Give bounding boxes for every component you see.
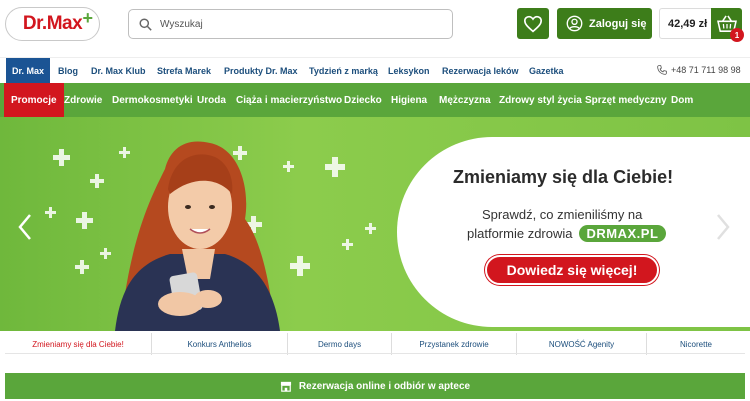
carousel-tab[interactable]: Dermo days	[288, 333, 392, 355]
heart-icon	[523, 15, 543, 32]
hero-banner[interactable]: Zmieniamy się dla Ciebie! Sprawdź, co zm…	[0, 117, 750, 331]
banner-line2: platformie zdrowia	[467, 226, 573, 241]
phone-icon	[657, 65, 667, 75]
cart-count-badge: 1	[730, 28, 744, 42]
category-nav: Promocje Zdrowie Dermokosmetyki Uroda Ci…	[0, 83, 750, 117]
banner-line1: Sprawdź, co zmieniliśmy na	[482, 207, 643, 222]
topnav-item-blog[interactable]: Blog	[58, 58, 78, 84]
category-dermokosmetyki[interactable]: Dermokosmetyki	[112, 83, 193, 117]
tabs-divider	[5, 353, 745, 354]
category-dom[interactable]: Dom	[671, 83, 693, 117]
category-dziecko[interactable]: Dziecko	[344, 83, 382, 117]
reservation-label: Rezerwacja online i odbiór w aptece	[298, 380, 471, 392]
category-zdrowy-styl[interactable]: Zdrowy styl życia	[499, 83, 582, 117]
topnav-item-leksykon[interactable]: Leksykon	[388, 58, 430, 84]
category-ciaza[interactable]: Ciąża i macierzyństwo	[236, 83, 342, 117]
carousel-tab[interactable]: Nicorette	[647, 333, 745, 355]
favorites-button[interactable]	[517, 8, 549, 39]
logo-text: Dr.Max	[22, 13, 83, 34]
cart-price: 42,49 zł	[668, 18, 708, 30]
phone-contact[interactable]: +48 71 711 98 98	[657, 57, 741, 83]
woman-image	[115, 141, 280, 331]
store-icon	[280, 381, 291, 392]
login-label: Zaloguj się	[589, 17, 647, 30]
category-promocje[interactable]: Promocje	[4, 83, 64, 117]
topnav-item-gazetka[interactable]: Gazetka	[529, 58, 564, 84]
promo-card: Zmieniamy się dla Ciebie! Sprawdź, co zm…	[397, 137, 750, 327]
topnav-item-produkty[interactable]: Produkty Dr. Max	[224, 58, 298, 84]
topnav-item-tydzien[interactable]: Tydzień z marką	[309, 58, 378, 84]
topnav-item-rezerwacja[interactable]: Rezerwacja leków	[442, 58, 519, 84]
search-icon	[139, 17, 152, 31]
category-zdrowie[interactable]: Zdrowie	[64, 83, 102, 117]
carousel-tabs: Zmieniamy się dla Ciebie! Konkurs Anthel…	[5, 333, 745, 355]
category-higiena[interactable]: Higiena	[391, 83, 427, 117]
banner-line2-wrap: platformie zdrowia DRMAX.PL	[467, 225, 667, 242]
banner-headline: Zmieniamy się dla Ciebie!	[453, 167, 674, 187]
topnav-item-drmax[interactable]: Dr. Max	[6, 58, 51, 84]
drmax-pill: DRMAX.PL	[578, 225, 667, 242]
carousel-tab[interactable]: Przystanek zdrowie	[392, 333, 517, 355]
search-box[interactable]	[128, 9, 453, 39]
category-sprzet[interactable]: Sprzęt medyczny	[585, 83, 667, 117]
carousel-tab[interactable]: NOWOŚĆ Agenity	[517, 333, 647, 355]
login-button[interactable]: Zaloguj się	[557, 8, 652, 39]
carousel-tab[interactable]: Zmieniamy się dla Ciebie!	[5, 333, 152, 355]
carousel-tab[interactable]: Konkurs Anthelios	[152, 333, 288, 355]
top-nav: Dr. Max Blog Dr. Max Klub Strefa Marek P…	[0, 57, 750, 84]
learn-more-button[interactable]: Dowiedz się więcej!	[485, 255, 659, 285]
category-mezczyzna[interactable]: Mężczyzna	[439, 83, 491, 117]
phone-number: +48 71 711 98 98	[671, 65, 741, 75]
user-icon	[566, 15, 583, 32]
logo[interactable]: Dr.Max +	[5, 7, 100, 41]
topnav-item-klub[interactable]: Dr. Max Klub	[91, 58, 146, 84]
topnav-item-strefa-marek[interactable]: Strefa Marek	[157, 58, 211, 84]
reservation-bar[interactable]: Rezerwacja online i odbiór w aptece	[5, 373, 745, 399]
search-input[interactable]	[160, 18, 440, 30]
chevron-left-icon[interactable]	[15, 212, 35, 242]
chevron-right-icon[interactable]	[713, 212, 733, 242]
logo-plus: +	[82, 8, 93, 28]
header: Dr.Max + Zaloguj się 42,49 zł 1	[0, 0, 750, 52]
category-uroda[interactable]: Uroda	[197, 83, 226, 117]
